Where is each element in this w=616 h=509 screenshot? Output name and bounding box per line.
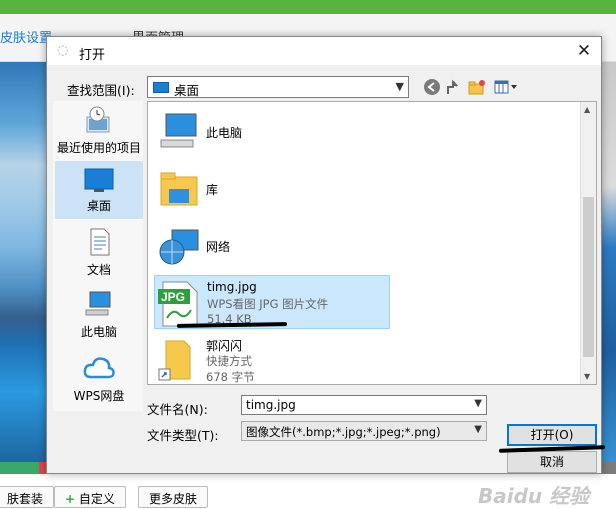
desktop-icon [153,82,169,93]
filename-label: 文件名(N): [147,399,208,418]
color-swatch[interactable] [0,462,39,474]
new-folder-icon[interactable] [467,78,487,96]
filename-input[interactable]: timg.jpg ▼ [241,395,487,415]
scroll-up-icon[interactable]: ▲ [584,105,590,114]
view-menu-icon[interactable] [493,78,519,96]
cloud-icon [82,353,116,383]
jpg-badge: JPG [161,290,185,304]
chevron-down-icon: ▼ [474,424,482,435]
library-icon [158,169,200,211]
list-item[interactable]: 库 [154,163,390,217]
back-icon[interactable] [423,78,441,96]
place-computer[interactable]: 此电脑 [55,289,143,343]
list-item[interactable]: 郭闪闪 快捷方式 678 字节 [154,331,390,385]
file-name: 郭闪闪 [206,337,242,354]
jpg-file-icon: JPG [157,280,201,328]
place-desktop[interactable]: 桌面 [55,161,143,219]
place-desktop-label: 桌面 [87,199,111,213]
place-wps-cloud-label: WPS网盘 [74,389,125,403]
filename-value: timg.jpg [246,398,296,412]
close-icon[interactable]: ✕ [573,40,595,62]
file-name: 此电脑 [206,124,242,141]
file-type: 快捷方式 [206,353,252,369]
file-name: 库 [206,181,218,198]
chevron-down-icon[interactable]: ▼ [474,398,482,409]
file-list[interactable]: 此电脑 库 网络 JPG timg.jpg WPS看图 JPG 图 [147,101,597,385]
file-size: 678 字节 [206,369,255,385]
scrollbar-thumb[interactable] [583,197,594,357]
vertical-scrollbar[interactable]: ▲ ▼ [580,102,596,384]
computer-icon [158,110,200,154]
documents-icon [86,227,112,257]
tab-skin-settings[interactable]: 皮肤设置 [0,27,52,46]
open-button[interactable]: 打开(O) [507,424,597,446]
wallpaper-preview-right [600,62,616,474]
desktop-icon [84,167,114,193]
app-title-bar [0,0,616,14]
wallpaper-preview-left [0,62,46,474]
cancel-button[interactable]: 取消 [507,451,597,473]
scroll-down-icon[interactable]: ▼ [584,372,590,381]
up-folder-icon[interactable] [445,78,463,96]
custom-button[interactable]: + 自定义 [54,486,126,508]
app-icon: ◌ [57,44,71,58]
look-in-dropdown[interactable]: 桌面 ▼ [147,76,409,98]
watermark: Baidu 经验 [478,480,589,509]
list-item[interactable]: 网络 [154,220,390,274]
more-skins-button[interactable]: 更多皮肤 [138,486,208,508]
network-icon [158,224,202,268]
shortcut-folder-icon [158,337,198,383]
skin-pack-button[interactable]: 肤套装 [0,486,54,508]
file-name: timg.jpg [207,280,257,294]
filetype-select[interactable]: 图像文件(*.bmp;*.jpg;*.jpeg;*.png) ▼ [241,421,487,441]
custom-button-label: 自定义 [79,492,115,506]
dialog-title-bar: ◌ 打开 ✕ [47,37,601,65]
place-computer-label: 此电脑 [81,325,117,339]
file-name: 网络 [206,238,230,255]
file-type: WPS看图 JPG 图片文件 [207,296,328,312]
look-in-label: 查找范围(I): [67,80,135,99]
place-recent-label: 最近使用的项目 [57,141,141,155]
look-in-value: 桌面 [174,80,199,99]
list-item-selected[interactable]: JPG timg.jpg WPS看图 JPG 图片文件 51.4 KB [154,275,390,329]
places-bar: 最近使用的项目 桌面 文档 此电脑 WPS网盘 [53,101,143,411]
place-documents[interactable]: 文档 [55,227,143,281]
open-file-dialog: ◌ 打开 ✕ 查找范围(I): 桌面 ▼ 最近使用的项目 [46,36,602,474]
dialog-title: 打开 [79,44,105,63]
place-recent[interactable]: 最近使用的项目 [55,105,143,165]
plus-icon: + [65,492,75,506]
filetype-label: 文件类型(T): [147,425,219,444]
list-item[interactable]: 此电脑 [154,106,390,160]
computer-icon [84,289,114,319]
chevron-down-icon: ▼ [396,80,404,93]
filetype-value: 图像文件(*.bmp;*.jpg;*.jpeg;*.png) [246,425,441,439]
place-wps-cloud[interactable]: WPS网盘 [55,353,143,407]
recent-icon [84,105,114,135]
place-documents-label: 文档 [87,263,111,277]
